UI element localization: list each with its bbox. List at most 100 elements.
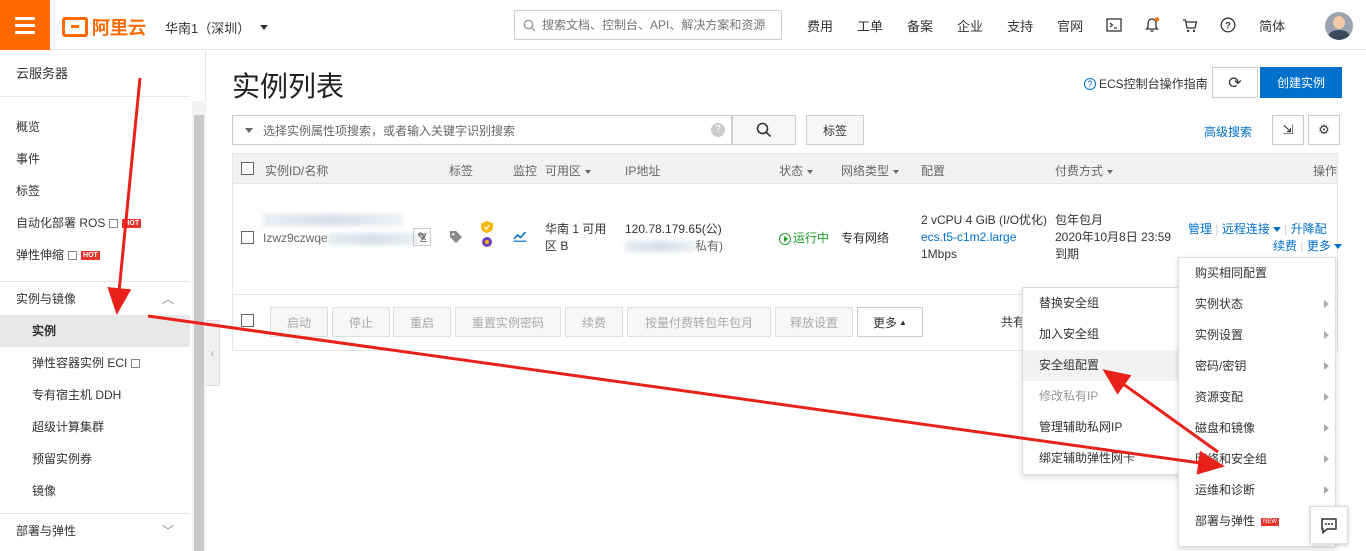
config-bandwidth: 1Mbps [921, 247, 958, 261]
menu-item-join-sg[interactable]: 加入安全组 [1023, 319, 1181, 350]
region-selector[interactable]: 华南1（深圳） [165, 18, 269, 37]
billing-expire: 2020年10月8日 23:59 [1055, 230, 1172, 244]
menu-item-buy-same[interactable]: 购买相同配置 [1179, 258, 1335, 289]
aliyun-logo[interactable]: 阿里云 [62, 14, 146, 40]
sidebar-item-overview[interactable]: 概览 [0, 111, 190, 143]
settings-button[interactable]: ⚙ [1308, 115, 1340, 145]
user-avatar[interactable] [1325, 12, 1353, 40]
logo-text: 阿里云 [92, 18, 146, 38]
sidebar-item-ddh[interactable]: 专有宿主机 DDH [0, 379, 190, 411]
sidebar-collapse-handle[interactable]: ‹ [206, 320, 220, 386]
global-search-input[interactable] [542, 18, 772, 32]
row-checkbox[interactable] [241, 231, 254, 244]
batch-stop-button[interactable]: 停止 [332, 307, 390, 337]
manage-link[interactable]: 管理 [1188, 222, 1212, 236]
nav-fees[interactable]: 费用 [795, 16, 845, 35]
batch-more-button[interactable]: 更多 ▲ [857, 307, 923, 337]
filter-help-icon[interactable]: ? [711, 123, 725, 137]
select-all-checkbox[interactable] [241, 162, 254, 175]
monitor-chart-icon[interactable] [513, 230, 527, 247]
cart-icon[interactable] [1171, 0, 1209, 50]
menu-item-ops-diagnosis[interactable]: 运维和诊断 [1179, 475, 1335, 506]
col-network[interactable]: 网络类型 [841, 162, 900, 179]
menu-item-instance-status[interactable]: 实例状态 [1179, 289, 1335, 320]
global-search[interactable] [514, 10, 782, 40]
col-billing[interactable]: 付费方式 [1055, 162, 1114, 179]
batch-restart-button[interactable]: 重启 [393, 307, 451, 337]
refresh-button[interactable]: ⟳ [1212, 67, 1258, 98]
sidebar-group-deployment[interactable]: 部署与弹性 ﹀ [0, 513, 190, 547]
menu-item-manage-secondary-ip[interactable]: 管理辅助私网IP [1023, 412, 1181, 443]
menu-item-disk-image[interactable]: 磁盘和镜像 [1179, 413, 1335, 444]
menu-item-bind-eni[interactable]: 绑定辅助弹性网卡 [1023, 443, 1181, 474]
private-ip[interactable]: 私有) [695, 239, 723, 253]
external-link-icon [131, 358, 141, 368]
advanced-search-link[interactable]: 高级搜索 [1204, 123, 1252, 140]
question-icon: ? [1084, 77, 1096, 90]
more-actions-link[interactable]: 更多 [1307, 239, 1331, 253]
nav-enterprise[interactable]: 企业 [945, 16, 995, 35]
public-ip[interactable]: 120.78.179.65(公) [625, 222, 722, 236]
sidebar-item-autoscaling[interactable]: 弹性伸缩 HOT [0, 239, 190, 271]
col-status[interactable]: 状态 [779, 162, 814, 179]
instance-filter[interactable]: 选择实例属性项搜索，或者输入关键字识别搜索 ? [232, 115, 732, 145]
console-guide-link[interactable]: ? ECS控制台操作指南 [1084, 75, 1208, 92]
refresh-icon: ⟳ [1228, 74, 1242, 92]
col-ip: IP地址 [625, 164, 661, 178]
menu-item-instance-settings[interactable]: 实例设置 [1179, 320, 1335, 351]
filter-search-button[interactable] [732, 115, 796, 145]
bell-icon[interactable] [1133, 0, 1171, 50]
top-bar: 阿里云 华南1（深圳） 费用 工单 备案 企业 支持 官网 ? 简体 [0, 0, 1366, 50]
filter-dropdown-icon[interactable] [245, 127, 253, 133]
resize-link[interactable]: 升降配 [1291, 222, 1327, 236]
language-switch[interactable]: 简体 [1247, 16, 1297, 35]
sidebar-item-eci[interactable]: 弹性容器实例 ECI [0, 347, 190, 379]
batch-renew-button[interactable]: 续费 [565, 307, 623, 337]
help-circle-icon[interactable]: ? [1209, 0, 1247, 50]
nav-tickets[interactable]: 工单 [845, 16, 895, 35]
nav-support[interactable]: 支持 [995, 16, 1045, 35]
instance-id[interactable]: Izwz9czwqe Z [263, 230, 427, 247]
sidebar-item-ros[interactable]: 自动化部署 ROS HOT [0, 207, 190, 239]
create-instance-button[interactable]: 创建实例 [1260, 67, 1342, 98]
batch-convert-billing-button[interactable]: 按量付费转包年包月 [627, 307, 771, 337]
sidebar-item-label: 概览 [16, 120, 41, 134]
sidebar-item-reserved[interactable]: 预留实例券 [0, 443, 190, 475]
export-button[interactable]: ⇲ [1272, 115, 1304, 145]
sidebar-item-events[interactable]: 事件 [0, 143, 190, 175]
sidebar-group-label: 实例与镜像 [16, 292, 77, 306]
tag-icon[interactable] [449, 230, 463, 249]
nav-icp[interactable]: 备案 [895, 16, 945, 35]
renew-link[interactable]: 续费 [1273, 239, 1297, 253]
svg-text:?: ? [1225, 21, 1231, 32]
chevron-down-icon [1272, 227, 1281, 233]
batch-select-checkbox[interactable] [241, 314, 254, 327]
batch-start-button[interactable]: 启动 [270, 307, 328, 337]
remote-connect-link[interactable]: 远程连接 [1222, 222, 1270, 236]
sidebar-item-tags[interactable]: 标签 [0, 175, 190, 207]
instance-type-link[interactable]: ecs.t5-c1m2.large [921, 230, 1016, 244]
batch-reset-password-button[interactable]: 重置实例密码 [455, 307, 561, 337]
menu-item-network-sg[interactable]: 网络和安全组 [1179, 444, 1335, 475]
sidebar-item-scc[interactable]: 超级计算集群 [0, 411, 190, 443]
sidebar-group-instances-images[interactable]: 实例与镜像 ︿ [0, 281, 190, 315]
scrollbar-thumb[interactable] [194, 115, 204, 551]
menu-item-password-key[interactable]: 密码/密钥 [1179, 351, 1335, 382]
security-shield-icon[interactable] [480, 220, 494, 255]
chat-support-button[interactable] [1310, 506, 1348, 544]
nav-official-site[interactable]: 官网 [1045, 16, 1095, 35]
batch-release-button[interactable]: 释放设置 [775, 307, 853, 337]
sidebar-item-instances[interactable]: 实例 [0, 315, 190, 347]
sidebar-scrollbar[interactable] [192, 101, 206, 551]
instance-id-blurred[interactable] [263, 214, 403, 231]
menu-item-replace-sg[interactable]: 替换安全组 [1023, 288, 1181, 319]
col-zone[interactable]: 可用区 [545, 162, 592, 179]
menu-item-sg-config[interactable]: 安全组配置 [1023, 350, 1181, 381]
tag-filter-button[interactable]: 标签 [806, 115, 864, 145]
hamburger-menu-button[interactable] [0, 0, 50, 50]
terminal-icon[interactable] [1095, 0, 1133, 50]
sidebar-item-images[interactable]: 镜像 [0, 475, 190, 507]
sidebar-item-label: 实例 [32, 324, 57, 338]
edit-name-button[interactable]: ✎ [413, 228, 431, 246]
menu-item-resize[interactable]: 资源变配 [1179, 382, 1335, 413]
